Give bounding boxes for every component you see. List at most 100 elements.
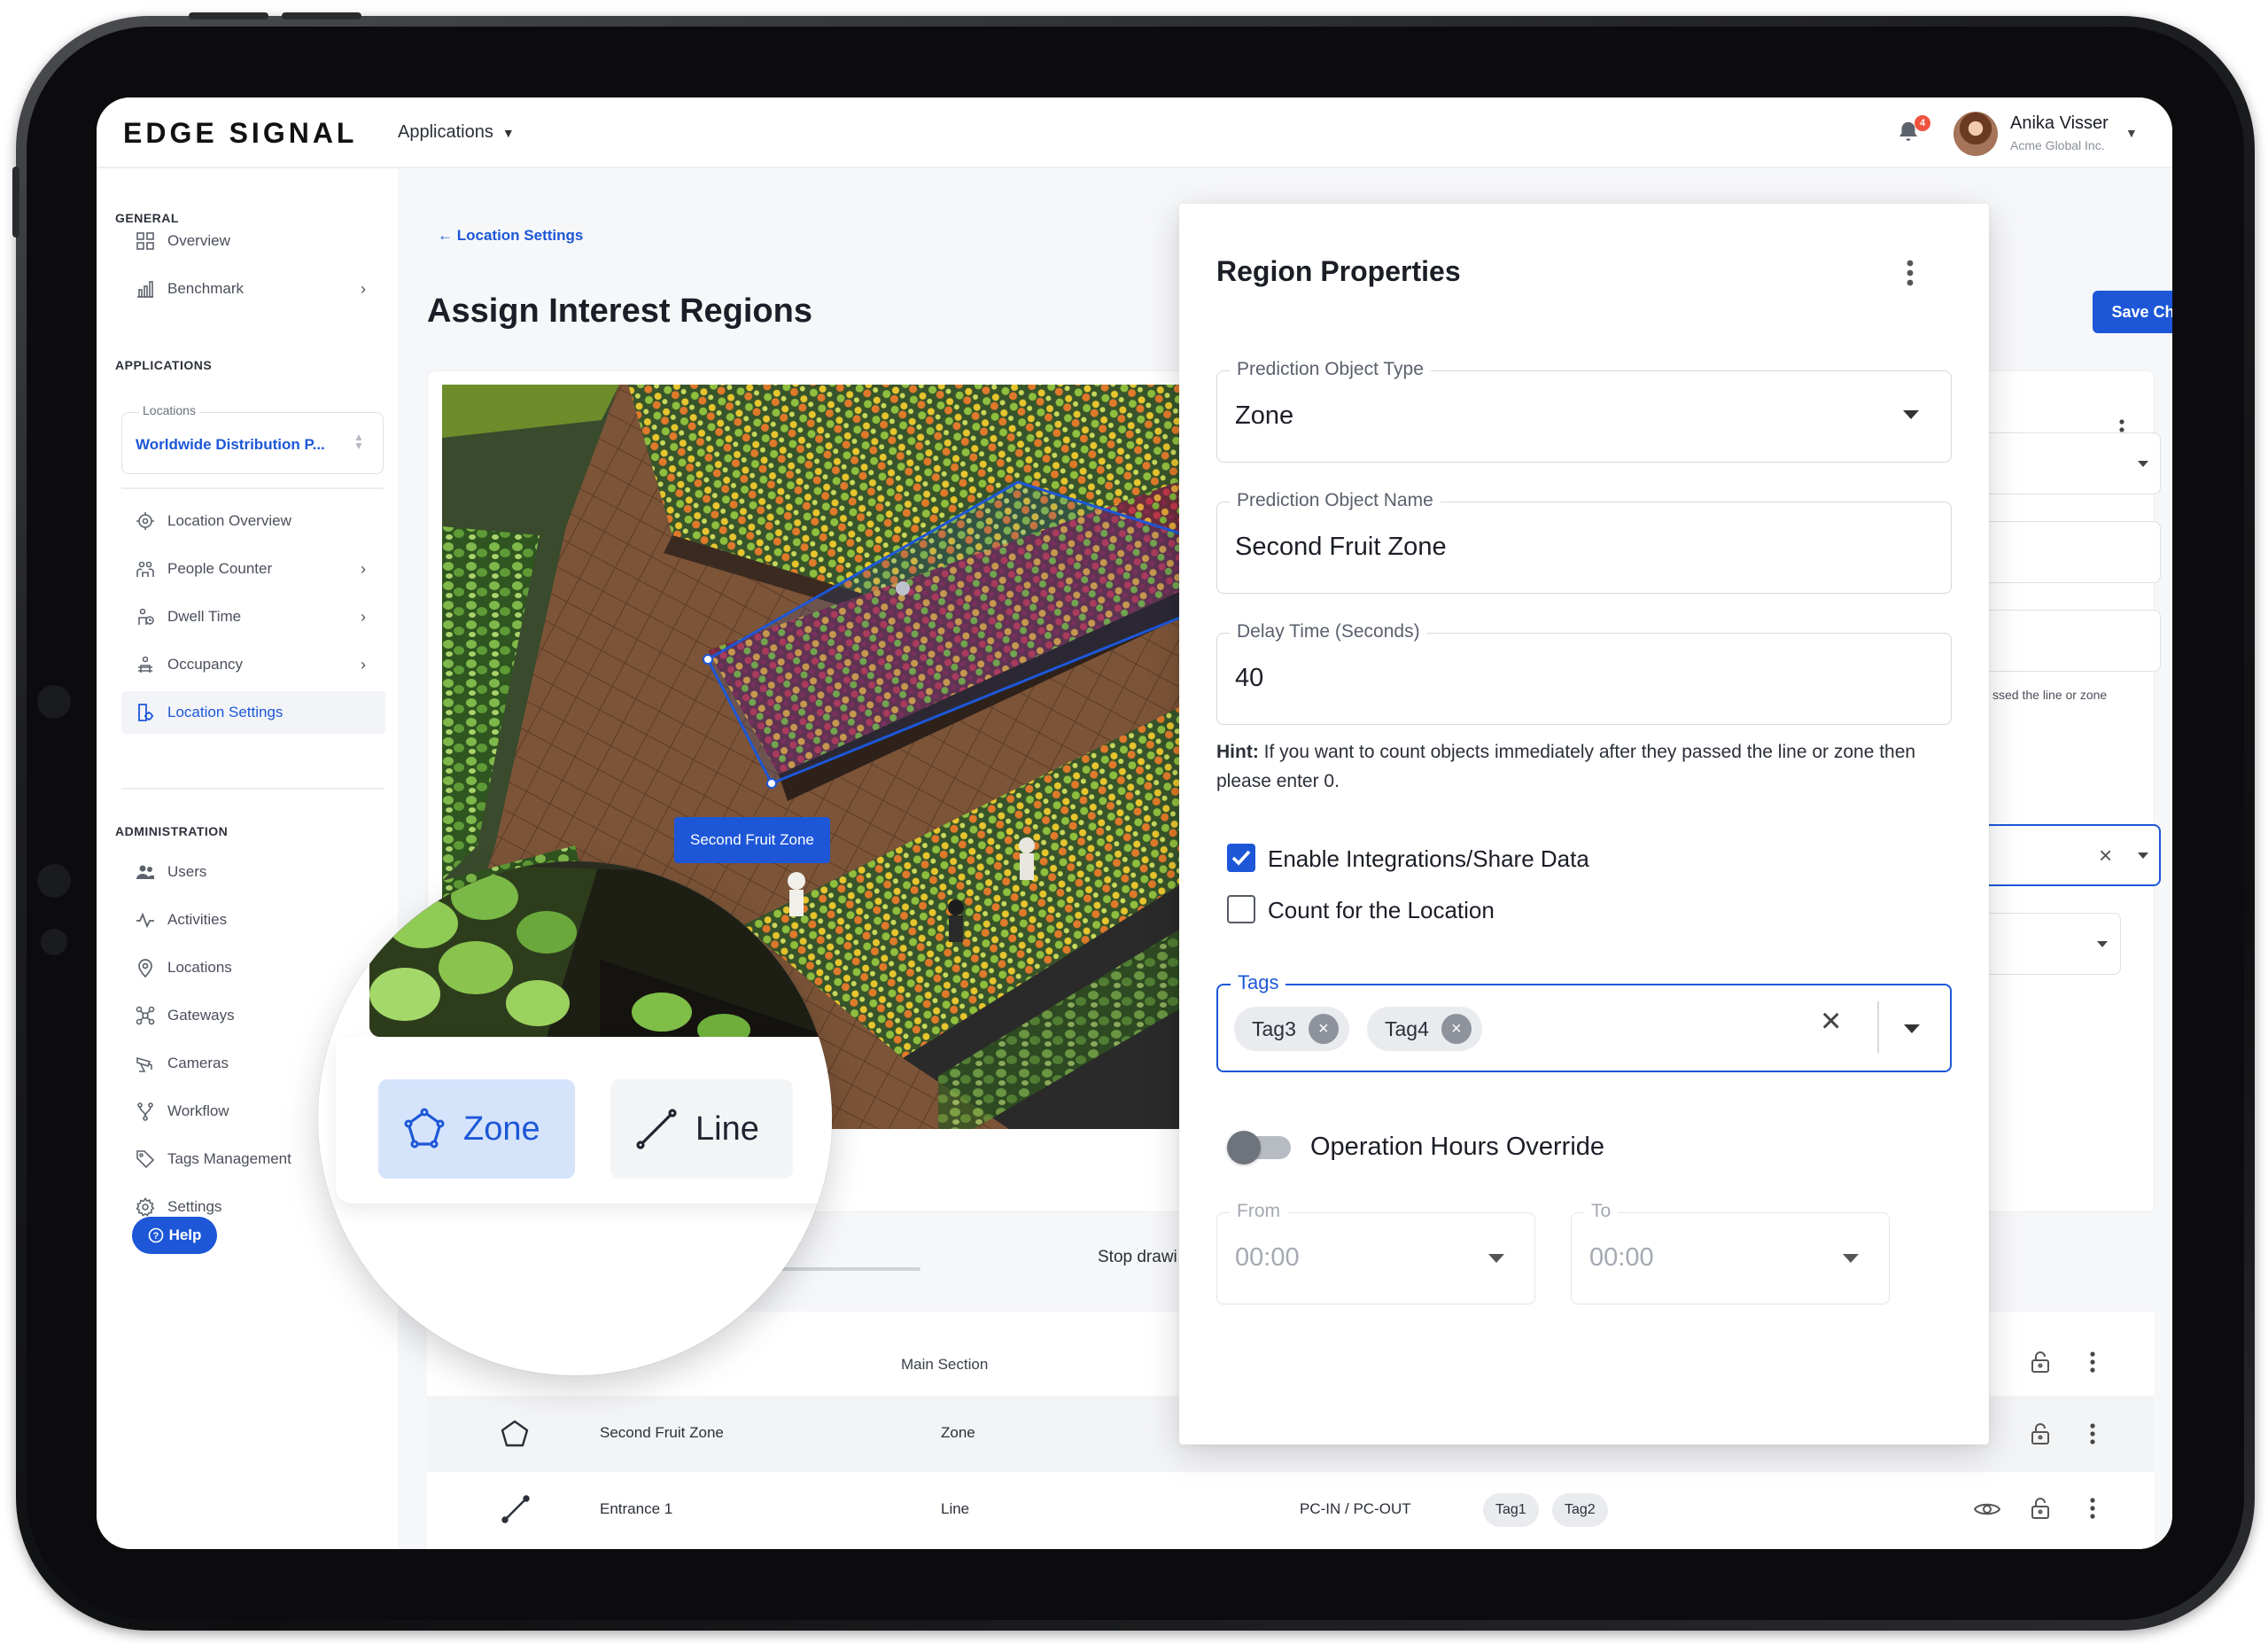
sensor-dot [37,685,71,719]
row-type: Zone [941,1424,975,1441]
count-location-checkbox[interactable] [1227,895,1255,923]
sidebar-item-label: Gateways [167,1007,235,1024]
sidebar-item-label: Location Settings [167,704,284,720]
location-select-value: Worldwide Distribution P... [136,436,325,453]
user-name: Anika Visser [2010,113,2109,133]
drawing-slider[interactable] [779,1267,920,1271]
more-vertical-icon[interactable] [2089,1497,2096,1520]
sidebar-item-location-overview[interactable]: Location Overview [134,500,391,542]
lock-icon[interactable] [2031,1351,2050,1374]
delay-time-field[interactable]: Delay Time (Seconds) 40 [1216,621,1952,725]
bar-chart-icon [134,277,157,300]
eye-icon[interactable] [1974,1500,2000,1518]
sidebar-item-activities[interactable]: Activities [134,899,391,941]
location-select-label: Locations [139,403,199,417]
clear-tags-icon[interactable]: × [1821,1001,1841,1041]
count-location-label: Count for the Location [1268,897,1495,923]
magnifier-callout: Zone Line [318,861,832,1375]
field-value: 40 [1235,664,1264,692]
sidebar-item-label: Dwell Time [167,608,242,625]
camera-icon [134,1052,157,1075]
sidebar-item-label: Activities [167,911,228,928]
more-vertical-icon[interactable] [1906,259,1915,287]
prediction-object-type-select[interactable]: Prediction Object Type Zone [1216,359,1952,463]
tags-label: Tags [1231,971,1286,994]
page-title: Assign Interest Regions [427,292,812,330]
sidebar-item-location-settings[interactable]: Location Settings [121,691,385,734]
sidebar-item-overview[interactable]: Overview [134,220,391,262]
arrow-left-icon: ← [438,227,457,244]
tag-chip: Tag2 [1552,1493,1608,1527]
caret-down-icon [1488,1254,1504,1263]
edge-signal-logo[interactable]: EDGE SIGNAL [123,117,357,150]
help-button[interactable]: ? Help [132,1217,217,1254]
zone-label-tag[interactable]: Second Fruit Zone [674,817,830,863]
sidebar-item-benchmark[interactable]: Benchmark › [134,268,391,310]
help-label: Help [168,1226,202,1243]
field-label: From [1230,1201,1287,1222]
save-changes-button[interactable]: Save Changes [2093,291,2172,333]
sidebar-item-label: People Counter [167,560,273,577]
volume-button [12,167,19,237]
field-value: 00:00 [1589,1243,1654,1272]
tag-chip[interactable]: Tag3 × [1234,1007,1349,1051]
caret-down-icon[interactable] [1904,1024,1920,1033]
sidebar-item-users[interactable]: Users [134,851,391,893]
sidebar-item-dwell-time[interactable]: Dwell Time › [134,596,391,638]
lock-icon[interactable] [2031,1497,2050,1520]
operation-hours-label: Operation Hours Override [1310,1133,1605,1161]
field-value: 00:00 [1235,1243,1300,1272]
column-header-section: Main Section [901,1356,989,1373]
applications-label: Applications [398,122,493,142]
help-icon: ? [148,1227,163,1243]
user-org: Acme Global Inc. [2010,138,2105,152]
back-link[interactable]: ← Location Settings [438,227,583,245]
section-title-administration: ADMINISTRATION [115,824,229,838]
tags-select[interactable]: Tags Tag3 × Tag4 × × [1216,971,1952,1072]
notification-badge: 4 [1915,115,1930,131]
sidebar-item-label: Workflow [167,1102,229,1119]
tag-chip[interactable]: Tag4 × [1367,1007,1482,1051]
sidebar-item-label: Tags Management [167,1150,291,1167]
sidebar-item-label: Settings [167,1198,222,1215]
hint-label: Hint: [1216,742,1259,762]
row-name: Second Fruit Zone [600,1424,724,1441]
field-value: Zone [1235,401,1294,430]
applications-menu[interactable]: Applications ▼ [398,122,515,143]
more-vertical-icon[interactable] [2089,1351,2096,1374]
user-menu-caret-icon[interactable]: ▼ [2125,126,2138,140]
app-screen: EDGE SIGNAL Applications ▼ 4 Anika Visser… [97,97,2172,1549]
table-row[interactable]: Entrance 1 Line PC-IN / PC-OUT Tag1 Tag2 [427,1472,2155,1548]
zone-polygon-icon [501,1420,529,1447]
region-properties-panel: Region Properties Prediction Object Type… [1179,204,1989,1444]
caret-down-icon [1843,1254,1859,1263]
avatar[interactable] [1953,112,1998,156]
occupancy-icon [134,653,157,676]
close-icon[interactable]: × [2099,842,2112,869]
line-mode-button[interactable]: Line [610,1079,793,1179]
zone-mode-label: Zone [463,1110,540,1148]
toggle-knob[interactable] [1227,1131,1261,1164]
sidebar-item-locations[interactable]: Locations [134,946,391,989]
zone-mode-button[interactable]: Zone [378,1079,575,1179]
sidebar-item-label: Occupancy [167,656,244,673]
sidebar-item-people-counter[interactable]: People Counter › [134,548,391,590]
remove-tag-icon[interactable]: × [1441,1014,1472,1044]
workflow-icon [134,1100,157,1123]
people-icon [134,557,157,580]
tag-icon [134,1148,157,1171]
prediction-object-name-field[interactable]: Prediction Object Name Second Fruit Zone [1216,490,1952,594]
more-vertical-icon[interactable] [2089,1422,2096,1445]
top-button [282,12,361,19]
enable-integrations-checkbox[interactable] [1227,844,1255,872]
target-icon [134,510,157,533]
ghost-hint: ssed the line or zone [1992,688,2108,702]
sidebar-item-occupancy[interactable]: Occupancy › [134,643,391,686]
caret-down-icon: ▼ [501,126,515,140]
field-label: To [1584,1201,1619,1222]
stop-drawing-button[interactable]: Stop drawi [1098,1248,1177,1267]
field-value: Second Fruit Zone [1235,533,1447,561]
remove-tag-icon[interactable]: × [1308,1014,1339,1044]
lock-icon[interactable] [2031,1422,2050,1445]
row-type: Line [941,1500,970,1517]
